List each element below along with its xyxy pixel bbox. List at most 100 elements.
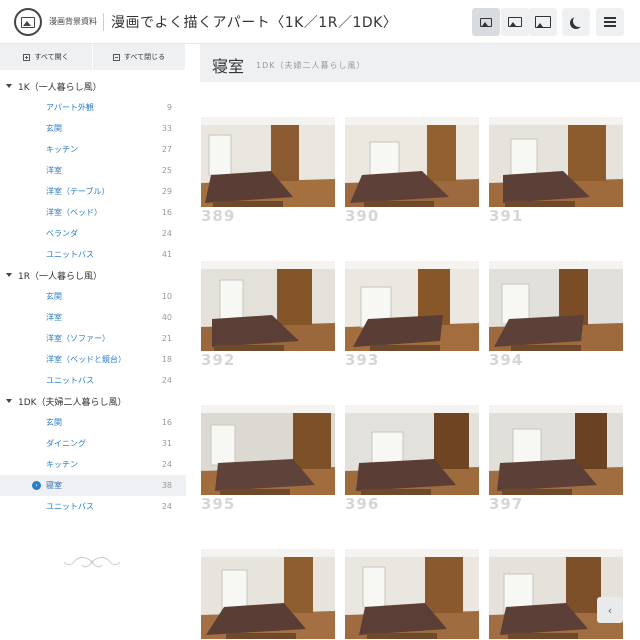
category-1dk[interactable]: 1DK（夫婦二人暮らし風） [0,391,186,412]
thumbnail-number: 394 [489,351,524,369]
sidebar-item-label: キッチン [46,145,78,154]
category-1k[interactable]: 1K（一人暮らし風） [0,76,186,97]
thumbnail-image[interactable] [489,117,623,207]
sidebar-item-western-room-table[interactable]: 洋室（テーブル） 29 [0,181,186,202]
thumbnail-number: 397 [489,495,524,513]
thumbnail-image[interactable] [201,261,335,351]
caret-down-icon [6,399,12,403]
sidebar-item-kitchen[interactable]: キッチン 24 [0,454,186,475]
collapse-all-label: すべて閉じる [123,53,166,61]
sidebar-item-western-room-bed-mirror[interactable]: 洋室（ベッドと鏡台） 18 [0,349,186,370]
thumbnail-image[interactable] [345,549,479,639]
sidebar-item-label: 洋室（テーブル） [46,187,110,196]
caret-down-icon [6,84,12,88]
sidebar-item-label: 玄関 [46,292,62,301]
thumbnail-number: 389 [201,207,236,225]
thumbnail-number: 391 [489,207,524,225]
thumbnail-number: 393 [345,351,380,369]
thumbnail-image[interactable] [345,405,479,495]
sidebar-item-bedroom[interactable]: › 寝室 38 [0,475,186,496]
sidebar-item-label: ユニットバス [46,376,94,385]
dark-mode-button[interactable] [562,8,590,36]
sidebar-item-count: 33 [161,124,172,133]
sidebar-item-entrance[interactable]: 玄関 33 [0,118,186,139]
medium-image-icon [508,17,522,27]
sidebar-item-western-room[interactable]: 洋室 40 [0,307,186,328]
sidebar-item-count: 16 [161,208,172,217]
sidebar-item-label: 洋室 [46,166,62,175]
sidebar-item-western-room[interactable]: 洋室 25 [0,160,186,181]
expand-all-button[interactable]: すべて開く [0,44,93,70]
sidebar-item-count: 24 [161,229,172,238]
sidebar-item-count: 24 [161,502,172,511]
sidebar-item-label: 玄関 [46,418,62,427]
thumbnail-image[interactable] [345,261,479,351]
category-label: 1DK（夫婦二人暮らし風） [18,398,127,408]
thumbnail-number: 396 [345,495,380,513]
thumbnail-number: 392 [201,351,236,369]
sidebar-item-count: 24 [161,460,172,469]
sidebar-item-label: キッチン [46,460,78,469]
thumbnail-image[interactable] [345,117,479,207]
thumbnail-image[interactable] [489,405,623,495]
sidebar-item-entrance[interactable]: 玄関 10 [0,286,186,307]
sidebar-item-count: 18 [161,355,172,364]
sidebar-item-count: 38 [161,481,172,490]
minus-square-icon [112,53,120,61]
sidebar-item-count: 29 [161,187,172,196]
sidebar-item-western-room-bed[interactable]: 洋室（ベッド） 16 [0,202,186,223]
thumbnail-number: 390 [345,207,380,225]
small-thumbnail-button[interactable] [472,8,500,36]
chevron-left-icon: ‹ [607,603,613,617]
sidebar-item-unit-bath[interactable]: ユニットバス 41 [0,244,186,265]
sidebar-item-label: ダイニング [46,439,86,448]
sidebar-item-label: 洋室（ベッドと鏡台） [46,355,126,364]
sidebar-item-count: 21 [161,334,172,343]
page-header: 寝室 1DK（夫婦二人暮らし風） [200,44,640,82]
expand-all-label: すべて開く [34,53,69,61]
sidebar-item-unit-bath[interactable]: ユニットバス 24 [0,370,186,391]
sidebar-item-label: アパート外観 [46,103,94,112]
sidebar-item-dining[interactable]: ダイニング 31 [0,433,186,454]
sidebar-item-entrance[interactable]: 玄関 16 [0,412,186,433]
sidebar-item-label: 洋室 [46,313,62,322]
sidebar-toolbar: すべて開く すべて閉じる [0,44,186,70]
menu-icon [604,17,616,27]
caret-down-icon [6,273,12,277]
title-divider [103,13,104,31]
sidebar-item-kitchen[interactable]: キッチン 27 [0,139,186,160]
page-subtitle: 1DK（夫婦二人暮らし風） [256,61,366,70]
scroll-nav-button[interactable]: ‹ [597,597,623,623]
category-label: 1K（一人暮らし風） [18,83,102,93]
sidebar-item-label: ユニットバス [46,502,94,511]
site-name[interactable]: 漫画背景資料 [49,16,97,27]
menu-button[interactable] [596,8,624,36]
large-thumbnail-button[interactable] [529,8,557,36]
page-heading: 漫画でよく描くアパート〈1K／1R／1DK〉 [111,15,398,31]
sidebar-item-unit-bath[interactable]: ユニットバス 24 [0,496,186,517]
thumbnail-image[interactable] [489,549,623,639]
thumbnail-image[interactable] [201,549,335,639]
top-header: 漫画背景資料 漫画でよく描くアパート〈1K／1R／1DK〉 [0,0,640,44]
sidebar: すべて開く すべて閉じる 1K（一人暮らし風） アパート外観 9 玄関 33 キッチ… [0,44,186,640]
sidebar-item-label: 寝室 [46,481,62,490]
sidebar-item-label: ユニットバス [46,250,94,259]
thumbnail-image[interactable] [201,405,335,495]
category-1r[interactable]: 1R（一人暮らし風） [0,265,186,286]
sidebar-item-count: 16 [161,418,172,427]
thumbnail-image[interactable] [489,261,623,351]
sidebar-item-balcony[interactable]: ベランダ 24 [0,223,186,244]
thumbnail-number: 395 [201,495,236,513]
sidebar-item-count: 40 [161,313,172,322]
collapse-all-button[interactable]: すべて閉じる [93,44,186,70]
medium-thumbnail-button[interactable] [501,8,529,36]
sidebar-item-count: 10 [161,292,172,301]
sidebar-item-western-room-sofa[interactable]: 洋室（ソファー） 21 [0,328,186,349]
site-logo-icon[interactable] [14,8,42,36]
sidebar-item-count: 25 [161,166,172,175]
plus-square-icon [23,53,31,61]
moon-icon [573,15,585,27]
category-label: 1R（一人暮らし風） [18,272,102,282]
sidebar-item-apartment-exterior[interactable]: アパート外観 9 [0,97,186,118]
thumbnail-image[interactable] [201,117,335,207]
